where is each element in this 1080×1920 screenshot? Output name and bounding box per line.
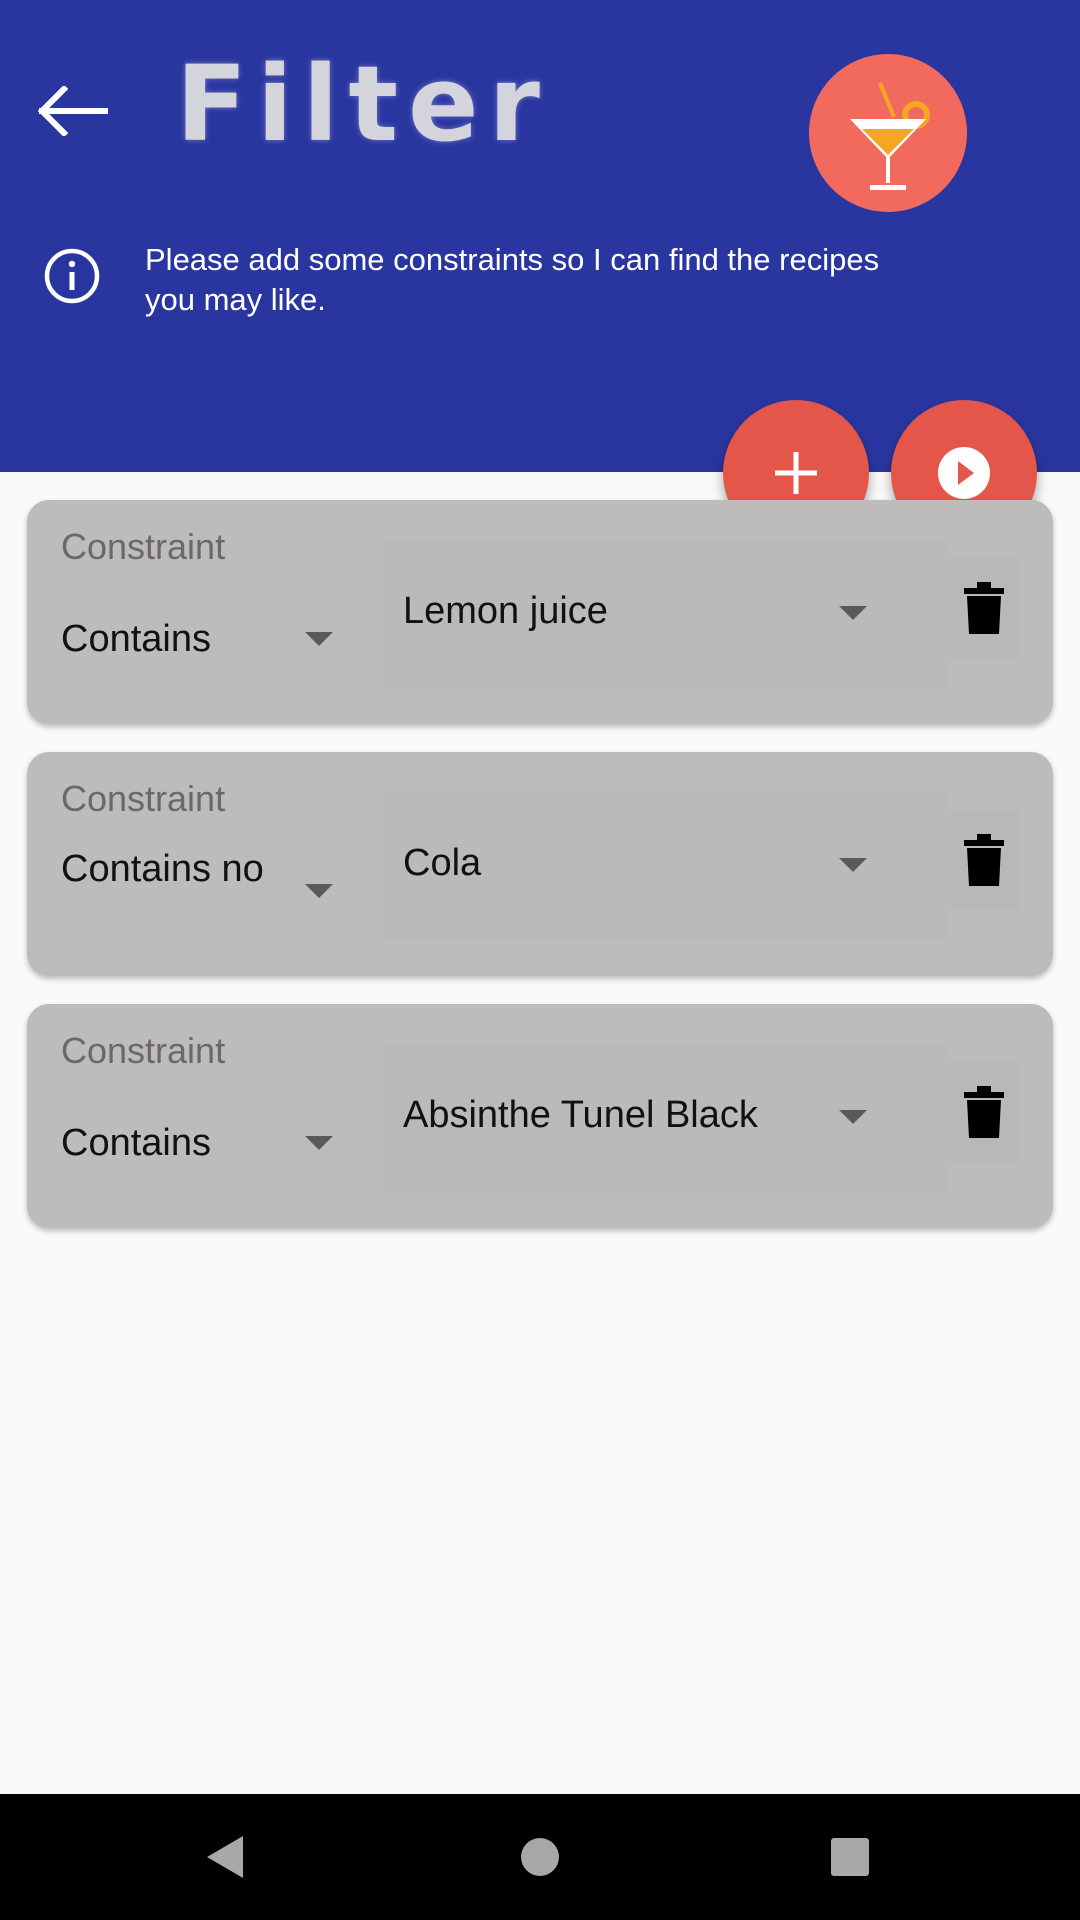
operator-dropdown[interactable]: Contains [61, 616, 271, 662]
constraint-card: Constraint Contains Absinthe Tunel Black [27, 1004, 1053, 1228]
operator-dropdown[interactable]: Contains [61, 1120, 271, 1166]
constraint-label: Constraint [61, 526, 226, 567]
nav-back-button[interactable] [193, 1824, 259, 1890]
nav-back-icon [207, 1836, 243, 1878]
nav-home-icon [521, 1838, 559, 1876]
chevron-down-icon[interactable] [305, 1136, 333, 1150]
constraint-label: Constraint [61, 778, 226, 819]
constraint-label: Constraint [61, 1030, 226, 1071]
ingredient-dropdown[interactable]: Cola [383, 792, 949, 940]
chevron-down-icon [839, 1110, 867, 1124]
info-icon [44, 248, 100, 304]
app-logo [809, 54, 967, 212]
ingredient-dropdown[interactable]: Absinthe Tunel Black [383, 1044, 949, 1192]
trash-icon [964, 1086, 1004, 1138]
operator-dropdown[interactable]: Contains no [61, 846, 271, 892]
constraint-card: Constraint Contains Lemon juice [27, 500, 1053, 724]
play-circle-icon [938, 447, 990, 499]
chevron-down-icon [839, 606, 867, 620]
ingredient-value: Cola [403, 842, 482, 884]
app-header: Filter Please add some constraints so I … [0, 0, 1080, 472]
constraint-card: Constraint Contains no Cola [27, 752, 1053, 976]
chevron-down-icon[interactable] [305, 632, 333, 646]
nav-recents-icon [831, 1838, 869, 1876]
trash-icon [964, 834, 1004, 886]
plus-icon [775, 452, 817, 494]
system-navigation-bar [0, 1794, 1080, 1920]
chevron-down-icon[interactable] [305, 884, 333, 898]
delete-constraint-button[interactable] [949, 810, 1019, 910]
nav-home-button[interactable] [507, 1824, 573, 1890]
delete-constraint-button[interactable] [949, 1062, 1019, 1162]
page-title: Filter [176, 43, 550, 165]
back-button[interactable] [32, 76, 112, 146]
ingredient-dropdown[interactable]: Lemon juice [383, 540, 949, 688]
arrow-left-icon [37, 86, 108, 136]
ingredient-value: Lemon juice [403, 590, 608, 632]
trash-icon [964, 582, 1004, 634]
cocktail-icon [850, 82, 930, 190]
nav-recents-button[interactable] [817, 1824, 883, 1890]
chevron-down-icon [839, 858, 867, 872]
delete-constraint-button[interactable] [949, 558, 1019, 658]
info-message: Please add some constraints so I can fin… [145, 242, 880, 317]
ingredient-value: Absinthe Tunel Black [403, 1094, 758, 1136]
